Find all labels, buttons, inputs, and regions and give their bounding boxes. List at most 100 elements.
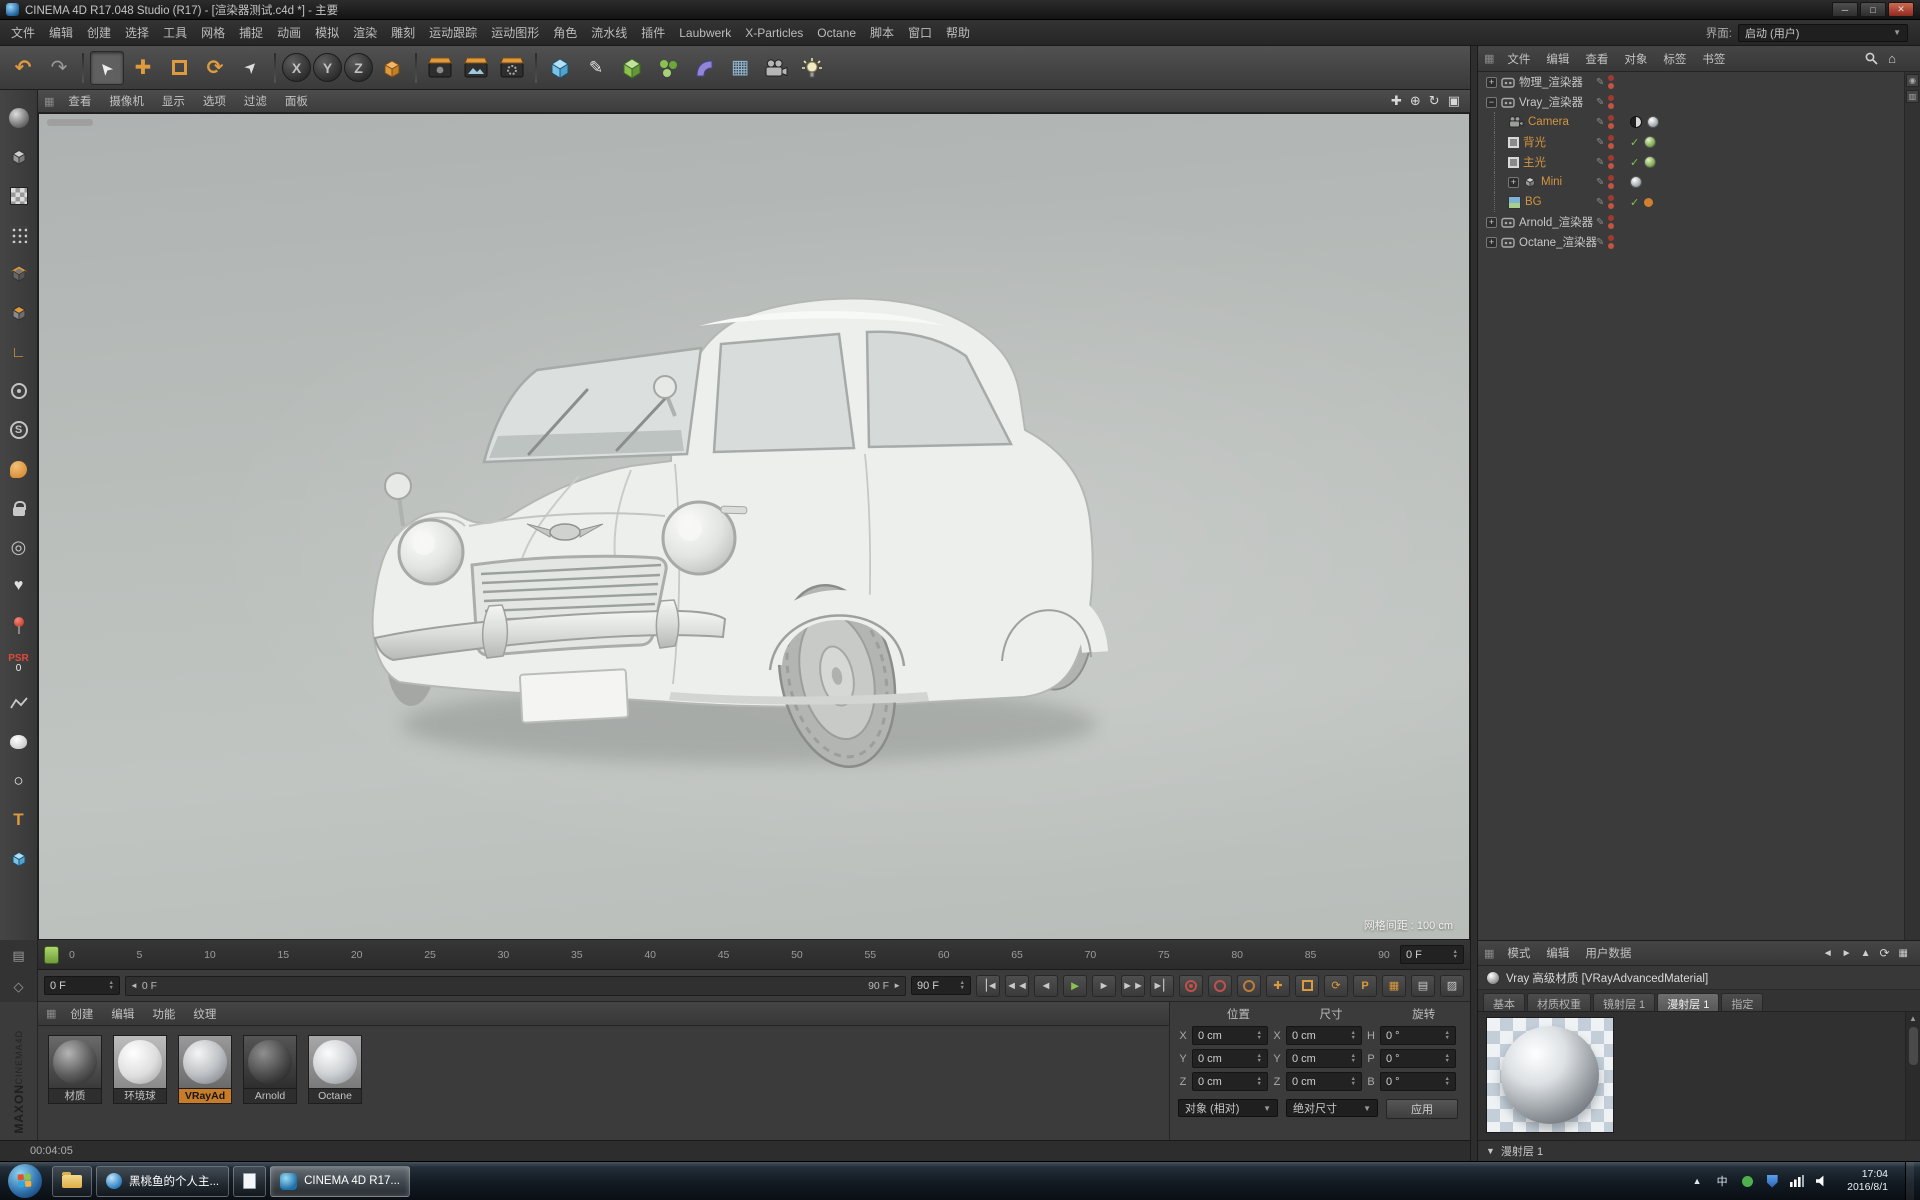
spinner-icon[interactable]: ▲▼ — [1445, 1054, 1450, 1064]
expand-icon[interactable]: + — [1486, 217, 1497, 228]
next-frame-button[interactable]: ► — [1092, 975, 1116, 997]
edit-state-icon[interactable]: ✎ — [1596, 117, 1604, 128]
lock-x-axis-button[interactable]: X — [282, 53, 311, 82]
om-menu-bookmarks[interactable]: 书签 — [1695, 51, 1732, 67]
light-tag-icon[interactable] — [1644, 136, 1656, 148]
next-key-button[interactable]: ►► — [1121, 975, 1145, 997]
composition-tag-icon[interactable] — [1630, 116, 1642, 128]
hidden-icons-button[interactable]: ▲ — [1689, 1173, 1705, 1189]
texture-mode-button[interactable] — [5, 182, 33, 210]
visibility-dots[interactable] — [1608, 155, 1614, 169]
expand-icon[interactable]: + — [1486, 237, 1497, 248]
menu-edit[interactable]: 编辑 — [42, 24, 80, 41]
compositing-tag-icon[interactable] — [1644, 198, 1653, 207]
om-menu-edit[interactable]: 编辑 — [1539, 51, 1576, 67]
pos-y-field[interactable]: 0 cm▲▼ — [1192, 1049, 1268, 1068]
expand-icon[interactable]: + — [1508, 177, 1519, 188]
start-button[interactable] — [8, 1164, 42, 1198]
key-position-toggle[interactable]: ✚ — [1266, 975, 1290, 997]
edit-state-icon[interactable]: ✎ — [1596, 97, 1604, 108]
timeline-key-icon[interactable]: ◇ — [14, 979, 24, 995]
size-y-field[interactable]: 0 cm▲▼ — [1286, 1049, 1362, 1068]
edit-state-icon[interactable]: ✎ — [1596, 197, 1604, 208]
vp-menu-panel[interactable]: 面板 — [277, 93, 316, 109]
viewport-solo-button[interactable] — [5, 377, 33, 405]
vp-menu-display[interactable]: 显示 — [154, 93, 193, 109]
spinner-icon[interactable]: ▲▼ — [1257, 1054, 1262, 1064]
mat-menu-texture[interactable]: 纹理 — [185, 1006, 224, 1022]
paint-tool-button[interactable] — [5, 455, 33, 483]
menu-tools[interactable]: 工具 — [156, 24, 194, 41]
attribute-scrollbar[interactable]: ▲ — [1905, 1012, 1920, 1140]
tab-diffuse-layer[interactable]: 漫射层 1 — [1657, 993, 1719, 1011]
key-pla-toggle[interactable]: ▦ — [1382, 975, 1406, 997]
object-row-mini[interactable]: + Mini ✎ — [1478, 172, 1920, 192]
spinner-icon[interactable]: ▲▼ — [1445, 1031, 1450, 1041]
redo-button[interactable]: ↷ — [42, 51, 76, 85]
edit-state-icon[interactable]: ✎ — [1596, 137, 1604, 148]
mograph-cloner-button[interactable] — [651, 51, 685, 85]
menu-snap[interactable]: 捕捉 — [232, 24, 270, 41]
material-item[interactable]: Octane — [307, 1035, 363, 1104]
minimize-button[interactable]: ─ — [1832, 2, 1858, 17]
menu-file[interactable]: 文件 — [4, 24, 42, 41]
ring-tool-button[interactable]: ○ — [5, 767, 33, 795]
ime-icon[interactable]: 中 — [1714, 1173, 1730, 1189]
environment-floor-button[interactable]: ▦ — [723, 51, 757, 85]
menu-pipeline[interactable]: 流水线 — [584, 24, 634, 41]
psr-badge[interactable]: PSR 0 — [5, 650, 33, 678]
powerslider-range[interactable]: ◄ 0 F 90 F ► — [125, 976, 906, 996]
lock-y-axis-button[interactable]: Y — [313, 53, 342, 82]
object-row-bg[interactable]: BG ✎ ✓ — [1478, 192, 1920, 212]
end-frame-field[interactable]: 90 F ▲▼ — [911, 976, 971, 995]
tab-assign[interactable]: 指定 — [1721, 993, 1763, 1011]
taskbar-browser-button[interactable]: 黑桃鱼的个人主... — [96, 1166, 229, 1197]
text-tool-button[interactable]: T — [5, 806, 33, 834]
menu-motion-tracker[interactable]: 运动跟踪 — [422, 24, 484, 41]
move-tool[interactable]: ✚ — [126, 51, 160, 85]
visibility-dots[interactable] — [1608, 215, 1614, 229]
visibility-dots[interactable] — [1608, 195, 1614, 209]
menu-select[interactable]: 选择 — [118, 24, 156, 41]
collapse-icon[interactable]: − — [1486, 97, 1497, 108]
size-z-field[interactable]: 0 cm▲▼ — [1286, 1072, 1362, 1091]
edit-state-icon[interactable]: ✎ — [1596, 217, 1604, 228]
menu-character[interactable]: 角色 — [546, 24, 584, 41]
viewport-canvas[interactable]: 网格间距 : 100 cm — [38, 113, 1470, 940]
mat-menu-edit[interactable]: 编辑 — [103, 1006, 142, 1022]
security-shield-icon[interactable] — [1764, 1173, 1780, 1189]
material-item[interactable]: 环境球 — [112, 1035, 168, 1104]
menu-xparticles[interactable]: X-Particles — [738, 26, 810, 40]
timeline-ruler[interactable]: 0 5 10 15 20 25 30 35 40 45 50 55 60 65 … — [38, 940, 1470, 970]
volume-icon[interactable] — [1814, 1173, 1830, 1189]
object-row-camera[interactable]: Camera ✎ — [1478, 112, 1920, 132]
autokey-button[interactable] — [1208, 975, 1232, 997]
coordinate-system-button[interactable] — [375, 51, 409, 85]
coord-mode-dropdown[interactable]: 对象 (相对)▼ — [1178, 1099, 1278, 1117]
menu-mesh[interactable]: 网格 — [194, 24, 232, 41]
size-mode-dropdown[interactable]: 绝对尺寸▼ — [1286, 1099, 1378, 1117]
spinner-icon[interactable]: ▲▼ — [109, 981, 114, 991]
panel-grip-icon[interactable]: ▦ — [1484, 947, 1494, 960]
record-keyframe-button[interactable] — [1179, 975, 1203, 997]
expand-icon[interactable]: + — [1486, 77, 1497, 88]
scrollbar-thumb[interactable] — [1909, 1027, 1918, 1065]
visibility-dots[interactable] — [1608, 115, 1614, 129]
polygon-mode-button[interactable] — [5, 299, 33, 327]
menu-help[interactable]: 帮助 — [939, 24, 977, 41]
visibility-dots[interactable] — [1608, 75, 1614, 89]
filter-icon[interactable]: ◉ — [1906, 74, 1919, 87]
mat-menu-create[interactable]: 创建 — [62, 1006, 101, 1022]
goto-start-button[interactable]: ▕◄ — [976, 975, 1000, 997]
last-tool-button[interactable]: ➤ — [234, 51, 268, 85]
taskbar-clock[interactable]: 17:04 2016/8/1 — [1839, 1168, 1896, 1194]
model-mode-button[interactable] — [5, 143, 33, 171]
enabled-check-icon[interactable]: ✓ — [1630, 156, 1639, 169]
attr-menu-userdata[interactable]: 用户数据 — [1578, 945, 1638, 961]
material-preview[interactable] — [1486, 1017, 1614, 1133]
vp-menu-view[interactable]: 查看 — [60, 93, 99, 109]
interface-dropdown[interactable]: 启动 (用户) ▼ — [1738, 24, 1908, 42]
fcurve-button[interactable] — [5, 689, 33, 717]
menu-script[interactable]: 脚本 — [863, 24, 901, 41]
key-scale-toggle[interactable] — [1295, 975, 1319, 997]
